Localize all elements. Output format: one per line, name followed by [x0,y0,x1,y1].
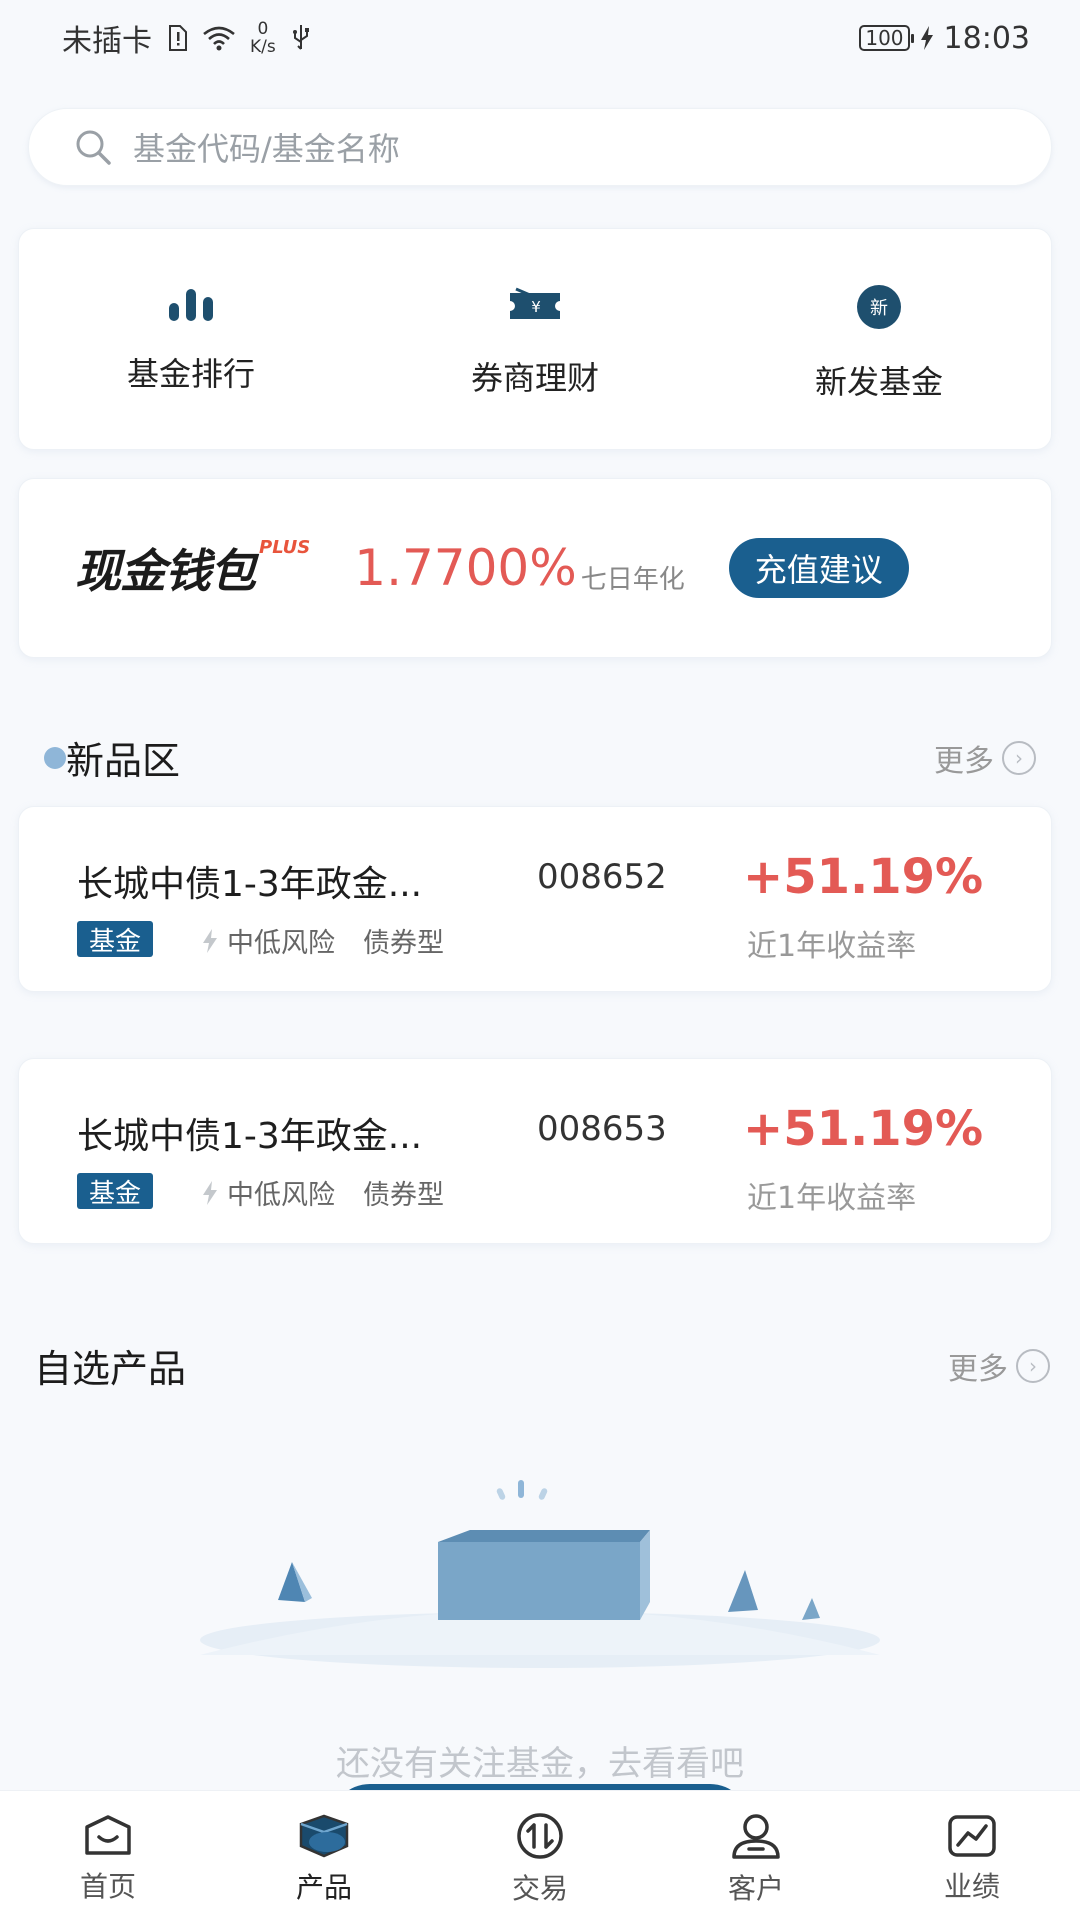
shortcut-label: 新发基金 [814,363,943,401]
wifi-icon [203,26,235,51]
nav-label: 客户 [727,1871,784,1905]
watchlist-title: 自选产品 [34,1347,187,1391]
charging-icon [920,26,933,50]
search-placeholder: 基金代码/基金名称 [133,130,400,168]
net-speed-value: 0 [257,19,269,39]
usb-icon [292,25,309,50]
empty-box-illustration [200,1480,880,1668]
recharge-advice-button[interactable]: 充值建议 [728,538,909,598]
search-icon [76,130,111,165]
product-type: 债券型 [363,928,444,959]
performance-chart-icon [948,1814,996,1857]
product-risk: 中低风险 [227,928,335,959]
product-risk: 中低风险 [227,1180,335,1211]
cash-wallet-card[interactable]: 现金钱包 PLUS 1.7700% 七日年化 充值建议 [18,478,1052,658]
battery-level: 100 [865,26,904,50]
product-meta: 中低风险 债券型 [201,1173,444,1212]
nav-products[interactable]: 产品 [216,1791,432,1920]
sim-alert-icon [169,25,187,51]
shortcut-fund-ranking[interactable]: 基金排行 [19,229,363,449]
product-name: 长城中债1-3年政金... [77,1116,423,1157]
product-card[interactable]: 长城中债1-3年政金... 008652 +51.19% 近1年收益率 基金 中… [18,806,1052,992]
trade-arrows-icon [517,1812,563,1859]
new-badge-icon: 新 [857,285,901,329]
product-tag: 基金 [77,1173,154,1209]
seven-day-rate: 1.7700% [354,539,577,597]
svg-text:¥: ¥ [531,298,541,316]
bottom-navigation: 首页 产品 交易 客户 业绩 [0,1790,1080,1920]
status-right: 100 18:03 [859,21,1030,56]
product-tag: 基金 [77,921,154,957]
product-code: 008653 [537,1109,667,1149]
net-speed: 0 K/s [250,20,276,56]
nav-trade[interactable]: 交易 [432,1791,648,1920]
shortcut-new-funds[interactable]: 新 新发基金 [707,229,1051,449]
cash-wallet-logo-suffix: PLUS [259,537,311,558]
shortcut-grid: 基金排行 ¥ 券商理财 新 新发基金 [18,228,1052,450]
product-yield: +51.19% [743,849,984,905]
new-badge-text: 新 [870,298,888,319]
cash-wallet-logo: 现金钱包 PLUS [75,535,310,601]
clock: 18:03 [943,20,1030,56]
new-products-more-link[interactable]: 更多 › [934,736,1036,780]
more-label: 更多 [934,743,994,779]
new-products-title: 新品区 [66,739,181,783]
carrier-text: 未插卡 [62,24,152,59]
user-icon [732,1813,780,1859]
chevron-right-circle-icon: › [1002,740,1036,775]
battery-icon: 100 [859,25,914,51]
net-speed-unit: K/s [250,37,276,57]
section-dot [44,746,66,769]
status-left: 未插卡 0 K/s [62,16,312,60]
product-code: 008652 [537,857,667,897]
product-meta: 中低风险 债券型 [201,921,444,960]
lightning-icon [203,1180,217,1205]
status-bar: 未插卡 0 K/s 100 18:03 [0,0,1080,76]
new-products-title-wrap: 新品区 [44,730,180,785]
watchlist-header: 自选产品 更多 › [0,1338,1080,1393]
nav-label: 产品 [295,1870,352,1904]
product-box-icon [299,1814,349,1857]
nav-label: 交易 [511,1871,568,1905]
product-type: 债券型 [363,1180,444,1211]
nav-label: 首页 [79,1869,136,1903]
product-yield: +51.19% [743,1101,984,1157]
product-name: 长城中债1-3年政金... [77,864,423,905]
cash-wallet-logo-text: 现金钱包 [75,544,256,598]
shortcut-broker-finance[interactable]: ¥ 券商理财 [363,229,707,449]
shortcut-label: 基金排行 [126,355,255,393]
seven-day-rate-label: 七日年化 [580,564,685,595]
chevron-right-circle-icon: › [1016,1348,1050,1383]
more-label: 更多 [948,1351,1008,1387]
new-products-header: 新品区 更多 › [0,730,1080,785]
shortcut-label: 券商理财 [470,359,599,397]
nav-home[interactable]: 首页 [0,1791,216,1920]
product-yield-label: 近1年收益率 [747,1181,917,1216]
lightning-icon [203,928,217,953]
watchlist-empty-text: 还没有关注基金，去看看吧 [336,1744,744,1784]
nav-label: 业绩 [943,1869,1000,1903]
nav-customer[interactable]: 客户 [648,1791,864,1920]
product-yield-label: 近1年收益率 [747,929,917,964]
home-icon [85,1814,131,1855]
ticket-yen-icon: ¥ [510,287,560,319]
product-card[interactable]: 长城中债1-3年政金... 008653 +51.19% 近1年收益率 基金 中… [18,1058,1052,1244]
watchlist-more-link[interactable]: 更多 › [948,1344,1050,1388]
search-bar[interactable]: 基金代码/基金名称 [28,108,1052,186]
nav-performance[interactable]: 业绩 [864,1791,1080,1920]
bar-chart-icon [169,289,213,321]
